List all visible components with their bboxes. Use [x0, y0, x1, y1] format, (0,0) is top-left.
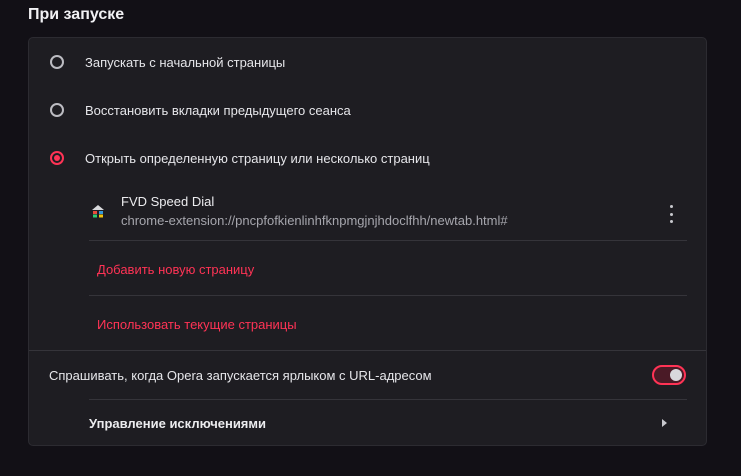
radio-button[interactable]	[50, 103, 64, 117]
page-title: FVD Speed Dial	[121, 194, 215, 209]
startup-settings-card: Запускать с начальной страницы Восстанов…	[28, 37, 707, 446]
toggle-knob	[670, 369, 682, 381]
manage-exceptions-label: Управление исключениями	[89, 416, 267, 431]
radio-button[interactable]	[50, 55, 64, 69]
use-current-pages-link[interactable]: Использовать текущие страницы	[97, 317, 297, 332]
section-title: При запуске	[28, 6, 125, 23]
chevron-right-icon	[662, 419, 667, 427]
fvd-speed-dial-icon	[92, 205, 104, 218]
more-options-icon[interactable]	[667, 205, 675, 223]
radio-option-restore-tabs[interactable]: Восстановить вкладки предыдущего сеанса	[29, 86, 706, 134]
page-url: chrome-extension://pncpfofkienlinhfknpmg…	[121, 213, 508, 228]
manage-exceptions-row[interactable]: Управление исключениями	[89, 400, 687, 447]
radio-option-specific-pages[interactable]: Открыть определенную страницу или нескол…	[29, 134, 706, 182]
ask-on-url-row: Спрашивать, когда Opera запускается ярлы…	[29, 351, 706, 399]
radio-label: Открыть определенную страницу или нескол…	[85, 150, 430, 166]
radio-label: Восстановить вкладки предыдущего сеанса	[85, 102, 351, 118]
radio-label: Запускать с начальной страницы	[85, 54, 286, 70]
divider	[89, 295, 687, 296]
radio-button-checked[interactable]	[50, 151, 64, 165]
ask-on-url-label: Спрашивать, когда Opera запускается ярлы…	[49, 368, 432, 383]
startup-page-entry: FVD Speed Dial chrome-extension://pncpfo…	[89, 191, 687, 241]
radio-option-start-page[interactable]: Запускать с начальной страницы	[29, 38, 706, 86]
ask-on-url-toggle[interactable]	[652, 365, 686, 385]
add-new-page-link[interactable]: Добавить новую страницу	[97, 262, 254, 277]
